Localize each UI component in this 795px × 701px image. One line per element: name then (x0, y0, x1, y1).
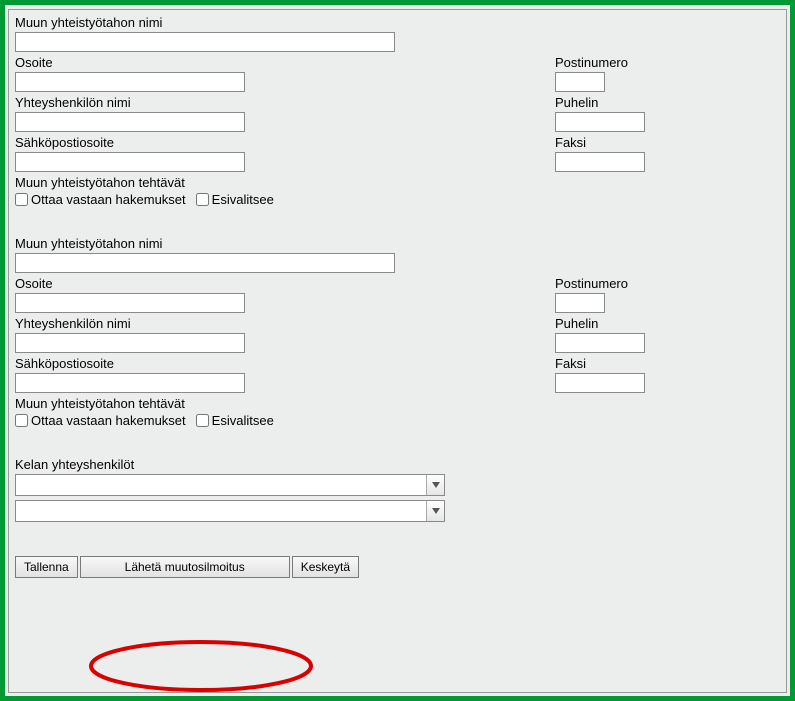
s2-phone-label: Puhelin (555, 316, 780, 331)
s2-checkbox2-text: Esivalitsee (212, 413, 274, 428)
s1-contact-input[interactable] (15, 112, 245, 132)
s2-phone-input[interactable] (555, 333, 645, 353)
s1-postcode-label: Postinumero (555, 55, 780, 70)
s2-postcode-label: Postinumero (555, 276, 780, 291)
s1-checkbox2-label[interactable]: Esivalitsee (196, 192, 274, 207)
kela-select-1-value (16, 475, 426, 495)
s1-fax-input[interactable] (555, 152, 645, 172)
button-bar: Tallenna Lähetä muutosilmoitus Keskeytä (15, 556, 780, 578)
dropdown-arrow-icon[interactable] (426, 501, 444, 521)
s1-email-input[interactable] (15, 152, 245, 172)
s2-address-input[interactable] (15, 293, 245, 313)
s2-postcode-input[interactable] (555, 293, 605, 313)
s2-checkbox2[interactable] (196, 414, 209, 427)
s2-email-label: Sähköpostiosoite (15, 356, 555, 371)
s2-email-input[interactable] (15, 373, 245, 393)
s1-checkbox1-label[interactable]: Ottaa vastaan hakemukset (15, 192, 186, 207)
kela-select-1[interactable] (15, 474, 445, 496)
s2-tasks-label: Muun yhteistyötahon tehtävät (15, 396, 780, 411)
s1-name-input[interactable] (15, 32, 395, 52)
s2-fax-input[interactable] (555, 373, 645, 393)
s1-address-label: Osoite (15, 55, 555, 70)
s1-address-input[interactable] (15, 72, 245, 92)
s2-checkbox1-label[interactable]: Ottaa vastaan hakemukset (15, 413, 186, 428)
s2-address-label: Osoite (15, 276, 555, 291)
s1-name-label: Muun yhteistyötahon nimi (15, 15, 780, 30)
s1-checkbox1[interactable] (15, 193, 28, 206)
send-change-notice-button[interactable]: Lähetä muutosilmoitus (80, 556, 290, 578)
s1-checkbox2-text: Esivalitsee (212, 192, 274, 207)
s1-email-label: Sähköpostiosoite (15, 135, 555, 150)
s2-contact-input[interactable] (15, 333, 245, 353)
kela-select-2[interactable] (15, 500, 445, 522)
s2-name-input[interactable] (15, 253, 395, 273)
kela-select-2-value (16, 501, 426, 521)
s2-fax-label: Faksi (555, 356, 780, 371)
s1-tasks-label: Muun yhteistyötahon tehtävät (15, 175, 780, 190)
save-button[interactable]: Tallenna (15, 556, 78, 578)
s2-checkbox1-text: Ottaa vastaan hakemukset (31, 413, 186, 428)
s2-checkbox2-label[interactable]: Esivalitsee (196, 413, 274, 428)
s1-phone-input[interactable] (555, 112, 645, 132)
s2-contact-label: Yhteyshenkilön nimi (15, 316, 555, 331)
s2-checkbox1[interactable] (15, 414, 28, 427)
s1-phone-label: Puhelin (555, 95, 780, 110)
s1-fax-label: Faksi (555, 135, 780, 150)
form-panel: Muun yhteistyötahon nimi Osoite Postinum… (8, 9, 787, 693)
dropdown-arrow-icon[interactable] (426, 475, 444, 495)
s1-contact-label: Yhteyshenkilön nimi (15, 95, 555, 110)
kela-label: Kelan yhteyshenkilöt (15, 457, 780, 472)
annotation-ellipse (86, 637, 316, 695)
s1-postcode-input[interactable] (555, 72, 605, 92)
s1-checkbox2[interactable] (196, 193, 209, 206)
s1-checkbox1-text: Ottaa vastaan hakemukset (31, 192, 186, 207)
cancel-button[interactable]: Keskeytä (292, 556, 359, 578)
s2-name-label: Muun yhteistyötahon nimi (15, 236, 780, 251)
